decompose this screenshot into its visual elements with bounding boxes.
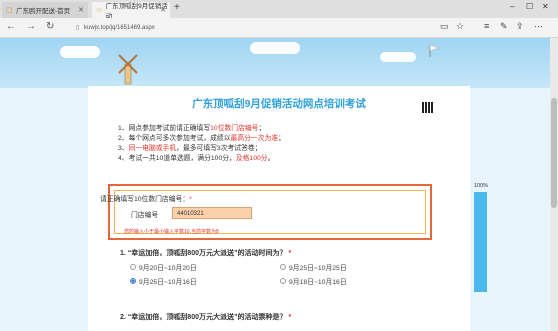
scrollbar[interactable] xyxy=(550,38,558,331)
qr-code-icon[interactable] xyxy=(422,102,433,113)
flag-icon xyxy=(429,44,440,57)
rule-item: 2、每个网点可多次参加考试，成绩以最高分一次为准； xyxy=(118,135,285,142)
rule-item: 4、考试一共10道单选题，满分100分，及格100分。 xyxy=(118,155,275,162)
web-note-icon[interactable]: ✎ xyxy=(500,21,508,32)
exam-page: 广东顶呱刮9月促销活动网点培训考试 1、网点参加考试前请正确填写10位数门店编号… xyxy=(88,86,470,331)
close-tab-icon[interactable]: ✕ xyxy=(160,6,166,14)
back-icon[interactable]: ← xyxy=(6,21,16,32)
cloud-decoration xyxy=(250,42,300,54)
answer-option[interactable]: 9月18日~10月16日 xyxy=(280,276,347,286)
windmill-icon xyxy=(118,54,138,85)
hub-icon[interactable]: ≡ xyxy=(484,21,489,31)
refresh-icon[interactable]: ↻ xyxy=(46,21,54,32)
answer-option[interactable]: 9月25日~10月16日 xyxy=(130,276,197,286)
answer-option[interactable]: 9月25日~10月25日 xyxy=(280,262,347,272)
tab-label: 广东鸥开配送-首页 xyxy=(16,8,71,15)
question-title: 2. “幸运加倍，顶呱刮800万元大派送”的活动票种是？ * xyxy=(120,314,292,321)
forward-icon[interactable]: → xyxy=(26,21,36,32)
new-tab-button[interactable]: + xyxy=(174,2,180,13)
url-field[interactable]: ▯ kuwjx.top/jq/1651469.aspx xyxy=(76,22,436,34)
cloud-decoration xyxy=(380,52,416,62)
close-tab-icon[interactable]: ✕ xyxy=(78,6,84,14)
header-banner xyxy=(0,38,558,88)
radio-button[interactable] xyxy=(280,278,286,284)
favorite-star-icon[interactable]: ☆ xyxy=(456,21,464,32)
minimize-icon[interactable]: – xyxy=(510,2,514,11)
rule-item: 1、网点参加考试前请正确填写10位数门店编号； xyxy=(118,125,266,132)
exam-rules: 1、网点参加考试前请正确填写10位数门店编号； 2、每个网点可多次参加考试，成绩… xyxy=(118,124,285,164)
close-window-icon[interactable]: ✕ xyxy=(542,2,549,11)
share-icon[interactable]: ⇪ xyxy=(516,21,524,32)
url-text: kuwjx.top/jq/1651469.aspx xyxy=(83,25,155,31)
tab-home[interactable]: ▢ 广东鸥开配送-首页 ✕ xyxy=(2,2,88,18)
more-icon[interactable]: ⋯ xyxy=(534,21,543,32)
page-icon: ▢ xyxy=(6,6,13,14)
progress-fill xyxy=(474,192,487,292)
maximize-icon[interactable]: ☐ xyxy=(526,2,533,11)
reading-view-icon[interactable]: ▭ xyxy=(440,21,449,32)
progress-label: 100% xyxy=(474,183,489,189)
radio-button[interactable] xyxy=(280,264,286,270)
rule-item: 3、同一电脑或手机，最多可填写3次考试答卷； xyxy=(118,145,262,152)
radio-button[interactable] xyxy=(130,264,136,270)
store-code-input[interactable]: 44010321 xyxy=(172,207,252,219)
tab-bar: ▢ 广东鸥开配送-首页 ✕ ☆ 广东顶呱刮9月促销活动 ✕ + – ☐ ✕ xyxy=(0,0,558,20)
page-title: 广东顶呱刮9月促销活动网点培训考试 xyxy=(192,98,366,110)
answer-option[interactable]: 9月20日~10月20日 xyxy=(130,262,197,272)
tab-exam[interactable]: ☆ 广东顶呱刮9月促销活动 ✕ xyxy=(92,2,170,20)
question-title: 1. “幸运加倍，顶呱刮800万元大派送”的活动时间为？ * xyxy=(120,250,292,257)
page-info-icon: ▯ xyxy=(76,25,80,31)
store-code-label: 请正确填写10位数门店编号：* xyxy=(100,196,192,203)
scrollbar-thumb[interactable] xyxy=(551,98,557,208)
radio-button-selected[interactable] xyxy=(130,278,136,284)
validation-error: 您的输入小于最小输入字数10,当前字数为8 xyxy=(124,229,219,235)
cloud-decoration xyxy=(60,46,100,58)
star-icon: ☆ xyxy=(96,6,103,14)
store-field-label: 门店编号 xyxy=(131,212,159,219)
